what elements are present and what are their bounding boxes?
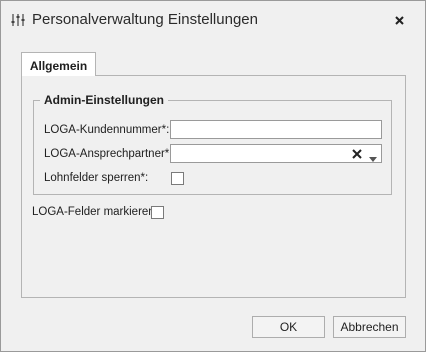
- ok-button[interactable]: OK: [252, 316, 325, 338]
- tab-allgemein-label: Allgemein: [29, 59, 88, 73]
- kundennummer-label: LOGA-Kundennummer*:: [44, 124, 170, 136]
- window-title: Personalverwaltung Einstellungen: [32, 11, 258, 28]
- ansprechpartner-label: LOGA-Ansprechpartner*:: [44, 148, 173, 160]
- admin-settings-group-title: Admin-Einstellungen: [40, 93, 168, 107]
- kundennummer-input[interactable]: [170, 120, 382, 139]
- ansprechpartner-combobox[interactable]: [170, 144, 382, 163]
- title-bar: Personalverwaltung Einstellungen: [1, 1, 425, 39]
- close-icon[interactable]: [391, 12, 409, 30]
- loga-felder-label: LOGA-Felder markieren:: [32, 206, 158, 218]
- cancel-button[interactable]: Abbrechen: [333, 316, 406, 338]
- sliders-icon: [11, 13, 25, 27]
- lohnfelder-label: Lohnfelder sperren*:: [44, 172, 149, 184]
- clear-icon[interactable]: [352, 148, 362, 159]
- loga-felder-checkbox[interactable]: [151, 206, 164, 219]
- tab-allgemein[interactable]: Allgemein: [21, 52, 96, 76]
- lohnfelder-checkbox[interactable]: [171, 172, 184, 185]
- chevron-down-icon[interactable]: [369, 151, 377, 162]
